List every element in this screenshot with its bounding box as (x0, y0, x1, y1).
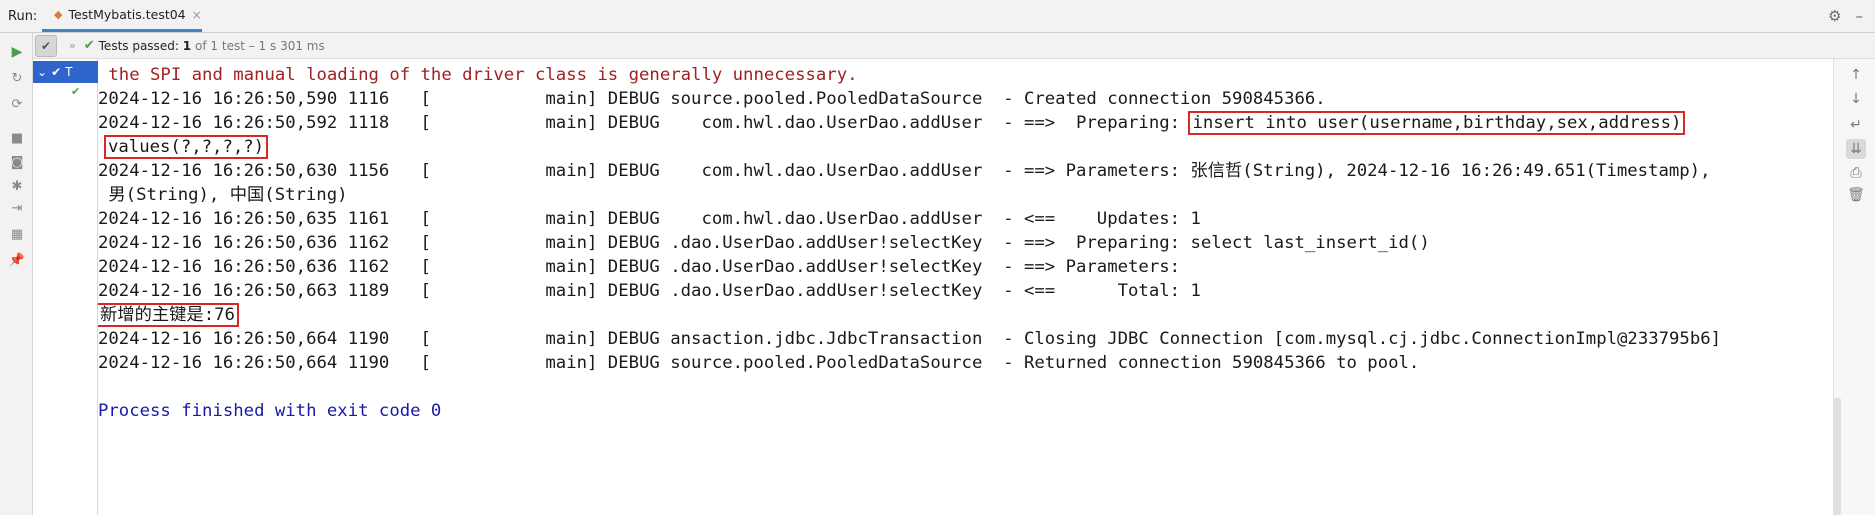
console-line: values(?,?,?,?) (103, 135, 269, 159)
console-exit-line: Process finished with exit code 0 (98, 401, 442, 421)
scrollbar-thumb[interactable] (1833, 398, 1841, 515)
print-icon[interactable]: ⎙ (1846, 163, 1866, 183)
camera-icon[interactable]: ◙ (8, 153, 26, 171)
soft-wrap-icon[interactable]: ↵ (1846, 115, 1866, 135)
rerun-failed-icon[interactable]: ↻ (8, 69, 26, 87)
console-line: the SPI and manual loading of the driver… (98, 65, 858, 85)
console-line: 2024-12-16 16:26:50,630 1156 [ main] DEB… (98, 161, 1711, 181)
exit-icon[interactable]: ⇥ (8, 199, 26, 217)
close-icon[interactable]: × (192, 8, 202, 22)
tab-testmybatis-test04[interactable]: ◆ TestMybatis.test04 × (42, 0, 202, 32)
console-output[interactable]: the SPI and manual loading of the driver… (98, 59, 1833, 515)
highlighted-sql: insert into user(username,birthday,sex,a… (1188, 111, 1686, 135)
trash-icon[interactable]: 🗑 (1846, 185, 1866, 205)
console-line: 2024-12-16 16:26:50,636 1162 [ main] DEB… (98, 233, 1430, 253)
console-line: 2024-12-16 16:26:50,590 1116 [ main] DEB… (98, 89, 1326, 109)
stop-icon[interactable]: ■ (8, 129, 26, 147)
tree-row-child-check-icon[interactable]: ✔ (71, 85, 80, 98)
pin-icon[interactable]: 📌 (8, 251, 26, 269)
tests-detail: of 1 test – 1 s 301 ms (195, 38, 325, 53)
console-line-prefix: 2024-12-16 16:26:50,592 1118 [ main] DEB… (98, 113, 1191, 133)
console-line: 2024-12-16 16:26:50,592 1118 [ main] DEB… (98, 111, 1686, 135)
layout-icon[interactable]: ▦ (8, 225, 26, 243)
console-line: 2024-12-16 16:26:50,664 1190 [ main] DEB… (98, 353, 1420, 373)
tests-passed-count: 1 (182, 38, 192, 53)
console-line: 2024-12-16 16:26:50,636 1162 [ main] DEB… (98, 257, 1191, 277)
tree-row-root[interactable]: ⌄ ✔ T (33, 61, 98, 83)
arrow-down-icon[interactable]: ↓ (1846, 89, 1866, 109)
run-tool-window-header: Run: ◆ TestMybatis.test04 × ⚙ – (0, 0, 1875, 33)
scroll-to-end-icon[interactable]: ⇊ (1846, 139, 1866, 159)
minimize-icon[interactable]: – (1856, 7, 1864, 25)
check-icon: ✔ (83, 38, 95, 53)
settings-wrench-icon[interactable]: ✱ (8, 177, 26, 195)
tab-title: TestMybatis.test04 (68, 7, 186, 22)
console-line: 新增的主键是:76 (98, 303, 239, 327)
left-toolbar: ▶ ↻ ⟳ ■ ◙ ✱ ⇥ ▦ 📌 (0, 33, 33, 515)
tests-passed-label: Tests passed: 1 (98, 38, 192, 53)
toggle-auto-test-icon[interactable]: ⟳ (8, 95, 26, 113)
run-label: Run: (8, 9, 38, 24)
test-tree: ⌄ ✔ T ✔ (33, 59, 98, 515)
console-line: 2024-12-16 16:26:50,663 1189 [ main] DEB… (98, 281, 1201, 301)
check-icon: ✔ (51, 65, 62, 79)
highlighted-primary-key: 新增的主键是:76 (98, 303, 239, 327)
rerun-play-icon[interactable]: ▶ (8, 43, 26, 61)
console-line: 2024-12-16 16:26:50,635 1161 [ main] DEB… (98, 209, 1201, 229)
console-line: 2024-12-16 16:26:50,664 1190 [ main] DEB… (98, 329, 1722, 349)
expand-chevron-icon[interactable]: ⌄ (37, 65, 47, 79)
test-status-strip: ✔ » ✔ Tests passed: 1 of 1 test – 1 s 30… (33, 33, 1875, 59)
gear-icon[interactable]: ⚙ (1828, 7, 1841, 25)
show-passed-toggle-icon[interactable]: ✔ (35, 34, 57, 57)
java-class-icon: ◆ (54, 8, 63, 21)
console-line: 男(String), 中国(String) (98, 185, 348, 205)
highlighted-values: values(?,?,?,?) (103, 135, 269, 159)
chevron-right-icon[interactable]: » (69, 39, 76, 52)
tree-row-label: T (65, 65, 73, 79)
header-actions: ⚙ – (1828, 7, 1863, 25)
arrow-up-icon[interactable]: ↑ (1846, 65, 1866, 85)
